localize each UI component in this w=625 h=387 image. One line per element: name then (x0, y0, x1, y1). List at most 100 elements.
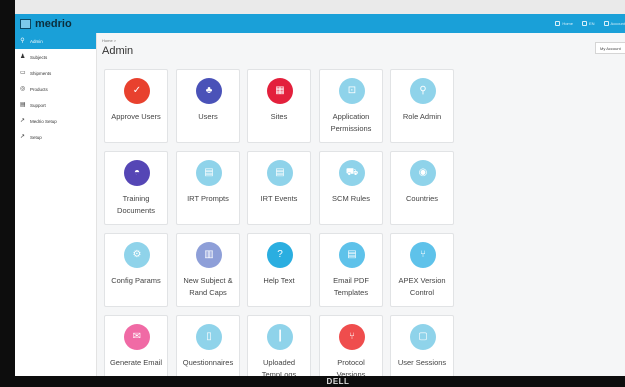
graduation-cap-icon: ◓ (124, 160, 150, 186)
sidebar-item-label: Support (30, 102, 46, 108)
app-logo[interactable]: medrio (20, 16, 72, 31)
globe-icon: ◉ (410, 160, 436, 186)
topnav-label: EN (588, 21, 595, 26)
tile-label: Role Admin (402, 112, 442, 121)
envelope-icon: ✉ (124, 324, 150, 350)
session-icon: ▢ (410, 324, 436, 350)
tile-label: SCM Rules (332, 194, 370, 203)
lock-icon: ⊡ (339, 78, 365, 104)
truck-icon: ⛟ (339, 160, 365, 186)
my-account-button[interactable]: My Account (595, 42, 625, 54)
tile-label: Application Permissions (330, 112, 372, 133)
pdf-icon: ▤ (339, 242, 365, 268)
sidebar-item-admin[interactable]: ⚲ Admin (15, 33, 96, 49)
admin-tile[interactable]: ▤ IRT Events (247, 151, 311, 225)
admin-tile[interactable]: ▥ New Subject & Rand Caps (176, 233, 240, 307)
monitor-bezel-left (0, 0, 15, 387)
wrench-icon: ↗ (20, 133, 26, 140)
admin-tile[interactable]: ⚙ Config Params (104, 233, 168, 307)
admin-tile[interactable]: ? Help Text (247, 233, 311, 307)
thumbs-up-icon: ✓ (124, 78, 150, 104)
admin-tile[interactable]: ⑂ Protocol Versions (319, 315, 383, 376)
admin-tile[interactable]: ⑂ APEX Version Control (390, 233, 454, 307)
admin-tile[interactable]: ✉ Generate Email (104, 315, 168, 376)
tile-label: Countries (405, 194, 439, 203)
tile-label: Email PDF Templates (333, 276, 369, 297)
admin-tile[interactable]: ♣ Users (176, 69, 240, 143)
top-nav: Home EN Account (546, 14, 625, 33)
app-window: medrio Home EN Account ⚲ Admin ♟ Subjects ▭ Shi… (15, 14, 625, 376)
sidebar-item-medrio-setup[interactable]: ↗ Medrio Setup (15, 113, 96, 129)
users-icon: ♟ (20, 53, 26, 60)
building-icon: ▦ (267, 78, 293, 104)
admin-tile[interactable]: ▯ Questionnaires (176, 315, 240, 376)
admin-tile[interactable]: ▦ Sites (247, 69, 311, 143)
sidebar-item-label: Products (30, 86, 48, 92)
user-icon (603, 21, 609, 26)
page-title: Admin (102, 45, 134, 57)
main-content: Home > Admin My Account ✓ Approve Users ♣ U… (97, 33, 625, 376)
monitor-bezel-top (0, 0, 625, 14)
admin-tile[interactable]: ⊡ Application Permissions (319, 69, 383, 143)
admin-tile[interactable]: ▤ Email PDF Templates (319, 233, 383, 307)
sidebar-item-setup[interactable]: ↗ Setup (15, 129, 96, 145)
document-icon: ▤ (196, 160, 222, 186)
admin-tile[interactable]: ◉ Countries (390, 151, 454, 225)
version-icon: ⑂ (410, 242, 436, 268)
globe-icon (581, 21, 587, 26)
wrench-icon: ↗ (20, 117, 26, 124)
tile-label: Questionnaires (182, 358, 234, 367)
admin-tile[interactable]: ⚲ Role Admin (390, 69, 454, 143)
sidebar-item-products[interactable]: ◎ Products (15, 81, 96, 97)
admin-tile[interactable]: ✓ Approve Users (104, 69, 168, 143)
top-bar: medrio Home EN Account (15, 14, 625, 33)
sidebar-item-label: Subjects (30, 54, 48, 60)
help-icon: ? (267, 242, 293, 268)
admin-tile[interactable]: ▤ IRT Prompts (176, 151, 240, 225)
admin-tile[interactable]: ▢ User Sessions (390, 315, 454, 376)
gear-icon: ⚙ (124, 242, 150, 268)
topnav-item-1[interactable]: EN (581, 21, 595, 26)
sidebar-item-subjects[interactable]: ♟ Subjects (15, 49, 96, 65)
thermometer-icon: ┃ (267, 324, 293, 350)
sidebar: ⚲ Admin ♟ Subjects ▭ Shipments ◎ Products ▤ Suppo… (15, 33, 97, 376)
sidebar-item-label: Setup (30, 134, 42, 140)
admin-tile[interactable]: ◓ Training Documents (104, 151, 168, 225)
tile-label: Training Documents (117, 194, 155, 215)
tile-label: New Subject & Rand Caps (183, 276, 233, 297)
logo-icon (20, 18, 31, 29)
circle-icon: ◎ (20, 85, 26, 92)
list-icon: ▥ (196, 242, 222, 268)
sidebar-item-support[interactable]: ▤ Support (15, 97, 96, 113)
sidebar-item-label: Admin (30, 38, 43, 44)
box-icon: ▭ (20, 69, 26, 76)
tile-label: Approve Users (111, 112, 161, 121)
monitor-bezel-bottom (0, 376, 625, 387)
calendar-icon: ▤ (267, 160, 293, 186)
tile-label: APEX Version Control (398, 276, 446, 297)
app-name: medrio (35, 17, 72, 30)
tile-label: User Sessions (397, 358, 447, 367)
wrench-icon: ⚲ (20, 37, 25, 44)
topnav-label: Account (610, 21, 625, 26)
search-icon: ⚲ (410, 78, 436, 104)
tile-label: Sites (270, 112, 288, 121)
admin-tile[interactable]: ⛟ SCM Rules (319, 151, 383, 225)
tile-label: Config Params (111, 276, 161, 285)
sidebar-item-label: Shipments (30, 70, 52, 76)
sidebar-item-shipments[interactable]: ▭ Shipments (15, 65, 96, 81)
topnav-label: Home (562, 21, 573, 26)
clipboard-icon: ▯ (196, 324, 222, 350)
branch-icon: ⑂ (339, 324, 365, 350)
tile-label: Users (198, 112, 218, 121)
topnav-item-0[interactable]: Home (555, 21, 573, 26)
users-icon: ♣ (196, 78, 222, 104)
tile-label: Protocol Versions (336, 358, 366, 376)
admin-tile[interactable]: ┃ Uploaded TempLogs (247, 315, 311, 376)
tile-label: IRT Prompts (187, 194, 229, 203)
card-icon: ▤ (20, 101, 26, 108)
tile-label: IRT Events (260, 194, 298, 203)
topnav-item-2[interactable]: Account (603, 21, 625, 26)
breadcrumb[interactable]: Home > (102, 38, 116, 43)
tile-label: Uploaded TempLogs (261, 358, 297, 376)
